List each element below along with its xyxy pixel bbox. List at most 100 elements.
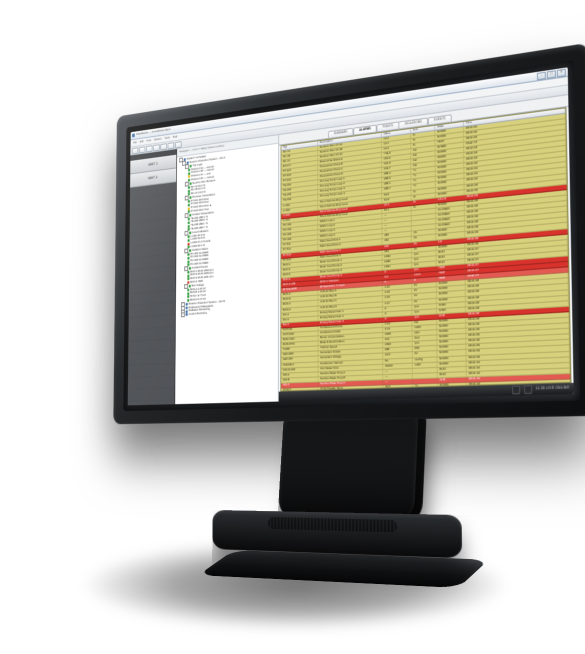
toolbar-button[interactable] xyxy=(153,144,160,151)
grid-cell: rpm xyxy=(412,304,437,310)
grid-cell: 50 xyxy=(383,358,413,363)
grid-cell: 1490 xyxy=(383,253,412,260)
grid-row[interactable]: CNDSR-VCondenser Vacuum50mmHgNORM08:41:0… xyxy=(281,351,570,368)
grid-row[interactable]: BUS-D4.16 kV Bus D4.17kVNORM08:41:08 xyxy=(281,290,569,314)
grid-cell: 44200 xyxy=(383,363,413,368)
window-titlebar[interactable]: PlantMonitor — ControlView Client – ▢ ✕ xyxy=(131,67,568,140)
grid-cell: 08:41:07 xyxy=(465,251,568,263)
grid-cell: bar xyxy=(413,389,438,391)
window-minimize-button[interactable]: – xyxy=(537,71,546,80)
grid-cell: Generator Voltage xyxy=(318,354,383,361)
grid-row[interactable]: CNT-PRContainment Press1.01barNORM08:41:… xyxy=(281,312,569,333)
grid-cell: WARN xyxy=(436,153,465,161)
menu-item-view[interactable]: View xyxy=(146,139,151,143)
grid-cell: NORM xyxy=(436,243,465,250)
grid-row[interactable]: CCW-TCCW Header Temp32.6°CNORM08:41:10 xyxy=(281,380,570,392)
grid-cell: 4.16 kV Bus D xyxy=(318,302,382,310)
menu-item-file[interactable]: File xyxy=(133,141,137,145)
menu-item-edit[interactable]: Edit xyxy=(140,140,144,144)
grid-cell: 08:41:07 xyxy=(466,268,569,280)
toolbar[interactable] xyxy=(130,85,568,155)
grid-cell: kV xyxy=(412,288,437,294)
grid-col-header[interactable]: Value xyxy=(382,129,411,136)
grid-col-header[interactable]: State xyxy=(435,122,464,129)
grid-cell: 08:41:11 xyxy=(467,391,571,392)
status-dot-icon xyxy=(186,306,188,309)
grid-cell: RCP-4 Vibration xyxy=(318,276,382,285)
grid-cell: 08:41:09 xyxy=(466,351,569,360)
grid-cell: SW-A xyxy=(281,372,318,377)
tab-points[interactable]: POINTS xyxy=(376,122,399,132)
grid-cell: NORM xyxy=(437,318,466,324)
grid-cell: Reac Cool Pump 4 xyxy=(318,271,382,280)
grid-cell: 4.16 kV Bus C xyxy=(318,297,382,305)
data-grid[interactable]: TagDescriptionValueUnitStateTime NF-1ANe… xyxy=(280,107,571,391)
grid-col-header[interactable]: Unit xyxy=(411,126,435,133)
menu-item-options[interactable]: Options xyxy=(154,137,162,141)
grid-cell: NORM xyxy=(436,179,465,186)
grid-cell: CNDSR-V xyxy=(281,362,318,368)
grid-cell: RUN xyxy=(438,367,467,372)
grid-row[interactable]: GEN-MWGenerator Output985MWNORM08:41:09 xyxy=(281,340,570,358)
grid-body[interactable]: NF-1ANeutron Flux Ch 1A10.2%NORM08:41:02… xyxy=(281,113,571,391)
grid-row[interactable]: INST-AIRInstrument Air Hdr7.1barNORM08:4… xyxy=(281,385,570,391)
toolbar-button[interactable] xyxy=(132,147,138,154)
menu-item-tools[interactable]: Tools xyxy=(165,136,170,140)
grid-cell: 08:41:06 xyxy=(465,234,568,247)
toolbar-button[interactable] xyxy=(160,143,167,150)
grid-row[interactable]: TURBTurbine Speed1800rpmNORM08:41:09 xyxy=(281,335,569,354)
grid-cell: — xyxy=(382,216,411,223)
tab-events[interactable]: EVENTS xyxy=(428,115,453,125)
grid-col-header[interactable]: Time xyxy=(464,108,566,125)
grid-cell: % xyxy=(411,188,435,195)
grid-cell: 08:41:09 xyxy=(466,323,569,333)
grid-row[interactable]: SW-AService Water Pmp A—RUN08:41:10 xyxy=(281,363,570,379)
grid-row[interactable]: SW-BService Water Pmp B—RUN08:41:10 xyxy=(281,368,570,383)
grid-row[interactable]: GEN-MVGenerator Voltage22.0kVNORM08:41:0… xyxy=(281,346,570,364)
status-strip: 11:35 LIVE ONLINE xyxy=(279,383,574,402)
grid-cell: NORM xyxy=(437,334,466,340)
window-maximize-button[interactable]: ▢ xyxy=(547,70,556,79)
grid-cell: t/h xyxy=(412,230,437,236)
grid-row[interactable]: BOR-CNCBoron Concentration1845ppmNORM08:… xyxy=(281,323,569,343)
grid-cell: 08:41:06 xyxy=(465,229,568,242)
grid-cell: NORM xyxy=(436,158,465,166)
grid-row[interactable]: ROD-POSBank D Rod Position212stepNORM08:… xyxy=(281,329,569,348)
grid-cell: TEST xyxy=(435,137,464,145)
grid-cell: 10.2 xyxy=(382,134,411,142)
grid-row[interactable]: DG-3Emerg Diesel Gen 30rpmALM08:41:08 xyxy=(281,307,569,329)
toolbar-button[interactable] xyxy=(139,146,145,153)
grid-cell: 1491 xyxy=(383,263,412,269)
grid-row[interactable]: BUS-C4.16 kV Bus C4.15kVNORM08:41:08 xyxy=(281,284,568,308)
toolbar-button[interactable] xyxy=(146,145,152,152)
tab-alarms[interactable]: ALARMS xyxy=(353,125,377,135)
grid-cell: 08:41:10 xyxy=(467,385,571,391)
grid-row[interactable]: CW-FLOWCirc Water Flow44200m3/hNORM08:41… xyxy=(281,357,570,373)
grid-cell: 08:41:10 xyxy=(467,368,571,376)
grid-cell: 08:41:02 xyxy=(464,124,566,141)
tab-isolations[interactable]: ISOLATIONS xyxy=(399,118,428,129)
menu-item-help[interactable]: Help xyxy=(173,135,178,139)
grid-row[interactable]: DG-1Emerg Diesel Gen 10rpmSTBY08:41:08 xyxy=(281,295,569,318)
grid-cell: TRIP xyxy=(437,275,466,281)
grid-row[interactable]: DG-2Emerg Diesel Gen 20rpmSTBY08:41:08 xyxy=(281,301,569,323)
grid-cell: rpm xyxy=(412,267,437,273)
grid-cell: °C xyxy=(411,167,435,174)
grid-cell: rpm xyxy=(412,314,437,320)
grid-cell: kV xyxy=(412,298,437,304)
window-close-button[interactable]: ✕ xyxy=(557,68,566,77)
toolbar-button[interactable] xyxy=(168,142,175,149)
status-dot-icon xyxy=(188,203,190,206)
grid-cell: 1489 xyxy=(383,258,412,265)
grid-cell: mm/s xyxy=(412,272,437,278)
grid-row[interactable]: ANN-613Annunciator 613—ALM08:41:11 xyxy=(281,391,570,392)
navigator-tree[interactable]: -SAFETY SYSTEM-Reactor Protection System… xyxy=(175,144,278,404)
grid-cell: — xyxy=(383,374,413,379)
grid-row[interactable]: CNT-RADContainment Rad0.14mR/hNORM08:41:… xyxy=(281,318,569,339)
toolbar-button[interactable] xyxy=(175,141,182,148)
grid-cell: 08:41:03 xyxy=(464,141,566,158)
grid-row[interactable]: SW-CService Water Pmp C—ALM08:41:10 xyxy=(281,374,570,389)
menu-bar[interactable]: FileEditViewOptionsToolsHelp xyxy=(130,77,568,148)
expand-icon[interactable]: + xyxy=(181,313,185,318)
grid-cell: 08:41:08 xyxy=(466,273,569,285)
